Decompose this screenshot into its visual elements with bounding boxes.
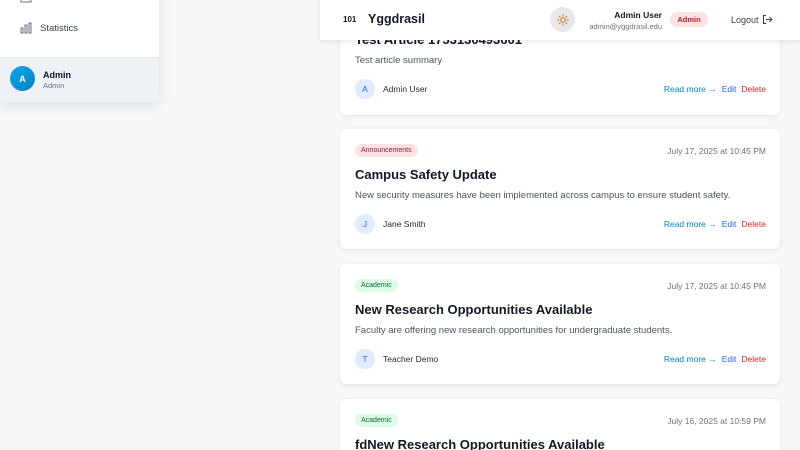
sidebar-user[interactable]: A Admin Admin bbox=[0, 58, 159, 102]
category-badge: Announcements bbox=[355, 144, 418, 157]
read-more-link[interactable]: Read more → bbox=[664, 219, 717, 229]
delete-link[interactable]: Delete bbox=[741, 354, 766, 364]
sidebar-user-role: Admin bbox=[43, 81, 65, 90]
read-more-link[interactable]: Read more → bbox=[664, 354, 717, 364]
sidebar-item-statistics[interactable]: Statistics bbox=[0, 14, 159, 42]
author-name: Jane Smith bbox=[383, 219, 426, 229]
logout-icon[interactable] bbox=[762, 14, 773, 25]
article-actions: Read more → Edit Delete bbox=[664, 84, 766, 94]
article-card: Academic July 16, 2025 at 10:59 PM fdNew… bbox=[340, 399, 780, 450]
article-actions: Read more → Edit Delete bbox=[664, 354, 766, 364]
author-avatar: A bbox=[355, 79, 375, 99]
category-badge: Academic bbox=[355, 414, 398, 427]
author-name: Teacher Demo bbox=[383, 354, 439, 364]
article-card: Announcements July 17, 2025 at 10:45 PM … bbox=[340, 129, 780, 249]
author-avatar: T bbox=[355, 349, 375, 369]
sidebar: Statistics A Admin Admin bbox=[0, 0, 159, 102]
edit-link[interactable]: Edit bbox=[722, 219, 737, 229]
author-name: Admin User bbox=[383, 84, 428, 94]
bar-chart-icon bbox=[20, 22, 32, 34]
top-header: 101 Yggdrasil Admin User admin@yggdrasil… bbox=[320, 0, 800, 40]
header-user-name: Admin User bbox=[614, 10, 662, 20]
brand-name[interactable]: Yggdrasil bbox=[368, 12, 425, 26]
edit-link[interactable]: Edit bbox=[722, 84, 737, 94]
header-user-email: admin@yggdrasil.edu bbox=[589, 22, 662, 31]
edit-link[interactable]: Edit bbox=[722, 354, 737, 364]
sun-icon bbox=[556, 13, 569, 26]
article-card: Academic July 17, 2025 at 10:45 PM New R… bbox=[340, 264, 780, 384]
delete-link[interactable]: Delete bbox=[741, 219, 766, 229]
delete-link[interactable]: Delete bbox=[741, 84, 766, 94]
sidebar-item-label: Statistics bbox=[40, 22, 79, 34]
theme-toggle-button[interactable] bbox=[550, 7, 575, 32]
users-icon bbox=[20, 0, 32, 3]
article-actions: Read more → Edit Delete bbox=[664, 219, 766, 229]
sidebar-user-name: Admin bbox=[43, 70, 71, 80]
article-summary: Test article summary bbox=[355, 55, 443, 66]
article-summary: Faculty are offering new research opport… bbox=[355, 325, 673, 336]
article-date: July 17, 2025 at 10:45 PM bbox=[667, 146, 766, 156]
article-date: July 17, 2025 at 10:45 PM bbox=[667, 281, 766, 291]
read-more-link[interactable]: Read more → bbox=[664, 84, 717, 94]
sidebar-item-partial[interactable] bbox=[0, 0, 159, 4]
brand-logo-mark: 101 bbox=[343, 15, 357, 24]
article-title[interactable]: fdNew Research Opportunities Available bbox=[355, 437, 605, 450]
article-title[interactable]: Campus Safety Update bbox=[355, 167, 497, 182]
article-title[interactable]: New Research Opportunities Available bbox=[355, 302, 592, 317]
role-badge: Admin bbox=[670, 12, 708, 27]
avatar: A bbox=[10, 66, 35, 91]
category-badge: Academic bbox=[355, 279, 398, 292]
logout-button[interactable]: Logout bbox=[731, 15, 759, 25]
article-summary: New security measures have been implemen… bbox=[355, 190, 731, 201]
article-date: July 16, 2025 at 10:59 PM bbox=[667, 416, 766, 426]
author-avatar: J bbox=[355, 214, 375, 234]
